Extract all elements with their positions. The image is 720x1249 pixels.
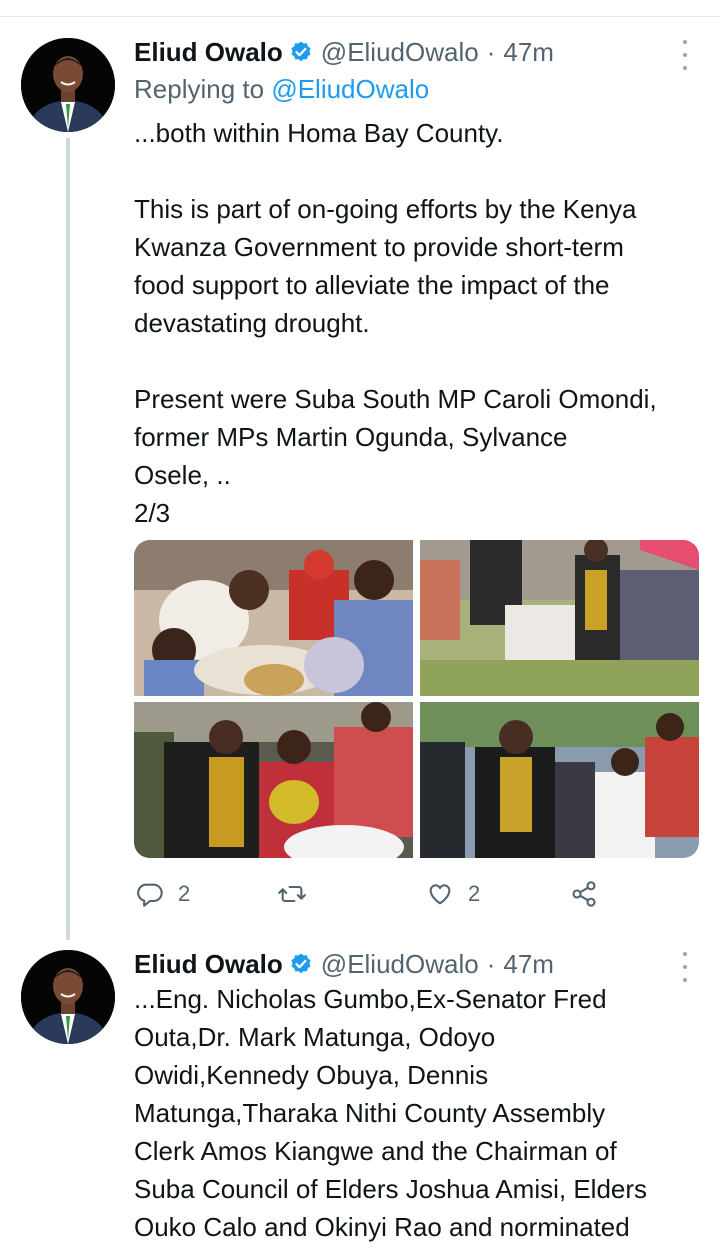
replying-to: Replying to @EliudOwalo: [134, 74, 429, 105]
text-line: Owidi,Kennedy Obuya, Dennis: [134, 1060, 489, 1090]
more-icon[interactable]: [672, 40, 698, 70]
author-handle[interactable]: @EliudOwalo: [321, 949, 479, 980]
replying-label: Replying to: [134, 74, 265, 104]
tweet-header: Eliud Owalo @EliudOwalo · 47m: [134, 34, 554, 70]
photo-1[interactable]: [134, 540, 413, 696]
text-line: This is part of on-going efforts by the …: [134, 194, 637, 224]
text-line: ...Eng. Nicholas Gumbo,Ex-Senator Fred: [134, 984, 607, 1014]
tweet-actions: 2 2: [134, 876, 700, 912]
timestamp[interactable]: 47m: [503, 37, 554, 68]
separator: ·: [486, 948, 496, 979]
share-icon: [572, 881, 596, 907]
text-line: Clerk Amos Kiangwe and the Chairman of: [134, 1136, 617, 1166]
tweet-header: Eliud Owalo @EliudOwalo · 47m: [134, 946, 554, 982]
photo-4[interactable]: [420, 702, 699, 858]
tweet-text: ...Eng. Nicholas Gumbo,Ex-Senator Fred O…: [134, 980, 714, 1246]
retweet-icon: [278, 885, 306, 903]
more-icon[interactable]: [672, 952, 698, 982]
top-divider: [0, 16, 720, 17]
tweet-text: ...both within Homa Bay County. This is …: [134, 114, 714, 532]
thread-counter: 2/3: [134, 498, 171, 528]
share-button[interactable]: [570, 876, 598, 912]
author-handle[interactable]: @EliudOwalo: [321, 37, 479, 68]
avatar[interactable]: [21, 38, 115, 132]
text-line: devastating drought.: [134, 308, 370, 338]
photo-2[interactable]: [420, 540, 699, 696]
replying-handle-link[interactable]: @EliudOwalo: [271, 74, 429, 104]
text-line: Kwanza Government to provide short-term: [134, 232, 624, 262]
text-line: Suba Council of Elders Joshua Amisi, Eld…: [134, 1174, 648, 1204]
text-line: Ouko Calo and Okinyi Rao and norminated: [134, 1212, 630, 1242]
separator: ·: [486, 36, 496, 67]
verified-icon: [289, 952, 313, 976]
text-line: food support to alleviate the impact of …: [134, 270, 610, 300]
like-icon: [429, 884, 451, 905]
text-line: Present were Suba South MP Caroli Omondi…: [134, 384, 657, 414]
avatar[interactable]: [21, 950, 115, 1044]
author-name[interactable]: Eliud Owalo: [134, 949, 283, 980]
reply-button[interactable]: 2: [136, 876, 190, 912]
text-line: Matunga,Tharaka Nithi County Assembly: [134, 1098, 606, 1128]
like-button[interactable]: 2: [426, 876, 480, 912]
author-name[interactable]: Eliud Owalo: [134, 37, 283, 68]
timestamp[interactable]: 47m: [503, 949, 554, 980]
text-line: Outa,Dr. Mark Matunga, Odoyo: [134, 1022, 496, 1052]
reply-count: 2: [178, 881, 191, 906]
text-line: former MPs Martin Ogunda, Sylvance: [134, 422, 568, 452]
like-count: 2: [468, 881, 481, 906]
reply-icon: [137, 883, 163, 907]
retweet-button[interactable]: [278, 876, 306, 912]
thread-line: [66, 138, 70, 940]
photo-3[interactable]: [134, 702, 413, 858]
text-line: ...both within Homa Bay County.: [134, 118, 504, 148]
media-grid: [134, 540, 699, 858]
verified-icon: [289, 40, 313, 64]
text-line: Osele, ..: [134, 460, 231, 490]
